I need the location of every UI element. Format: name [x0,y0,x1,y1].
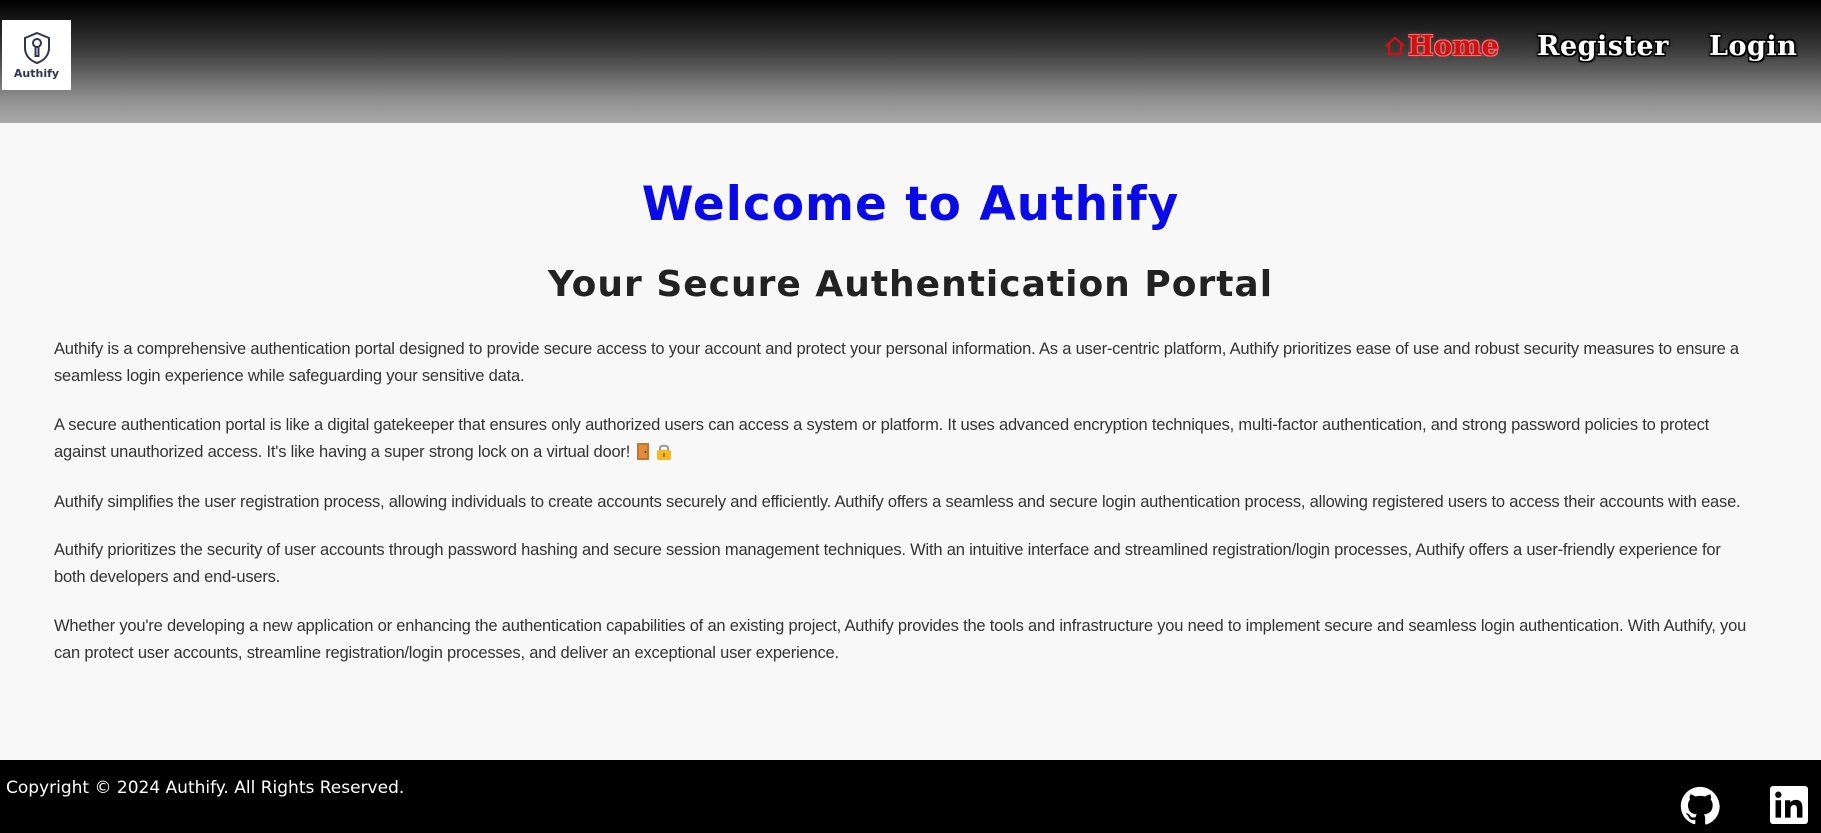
nav-home-label: Home [1408,30,1500,62]
site-footer: Copyright © 2024 Authify. All Rights Res… [0,760,1821,833]
gatekeeper-paragraph: A secure authentication portal is like a… [54,412,1754,469]
home-icon [1385,36,1405,56]
gatekeeper-text: A secure authentication portal is like a… [54,416,1710,461]
copyright-text: Copyright © 2024 Authify. All Rights Res… [6,778,405,798]
page-subtitle: Your Secure Authentication Portal [547,264,1274,305]
registration-paragraph: Authify simplifies the user registration… [54,493,1741,511]
lock-icon [656,442,672,469]
nav-home-link[interactable]: Home [1384,26,1499,66]
security-paragraph: Authify prioritizes the security of user… [54,541,1721,586]
main-content: Welcome to Authify Your Secure Authentic… [0,123,1821,760]
nav-register-label: Register [1537,30,1669,62]
closing-paragraph: Whether you're developing a new applicat… [54,617,1747,662]
nav-login-label: Login [1709,30,1798,62]
github-icon[interactable] [1680,786,1720,826]
site-header: Authify Home Register Login [0,0,1821,123]
nav-register-link[interactable]: Register [1537,26,1669,66]
page-title: Welcome to Authify [641,177,1180,232]
nav-login-link[interactable]: Login [1709,26,1797,66]
intro-paragraph: Authify is a comprehensive authenticatio… [54,340,1739,385]
site-logo[interactable]: Authify [2,20,71,90]
linkedin-icon[interactable] [1770,786,1810,826]
logo-text: Authify [13,66,60,80]
keyhole-shield-icon [23,31,50,64]
door-icon [636,442,650,469]
